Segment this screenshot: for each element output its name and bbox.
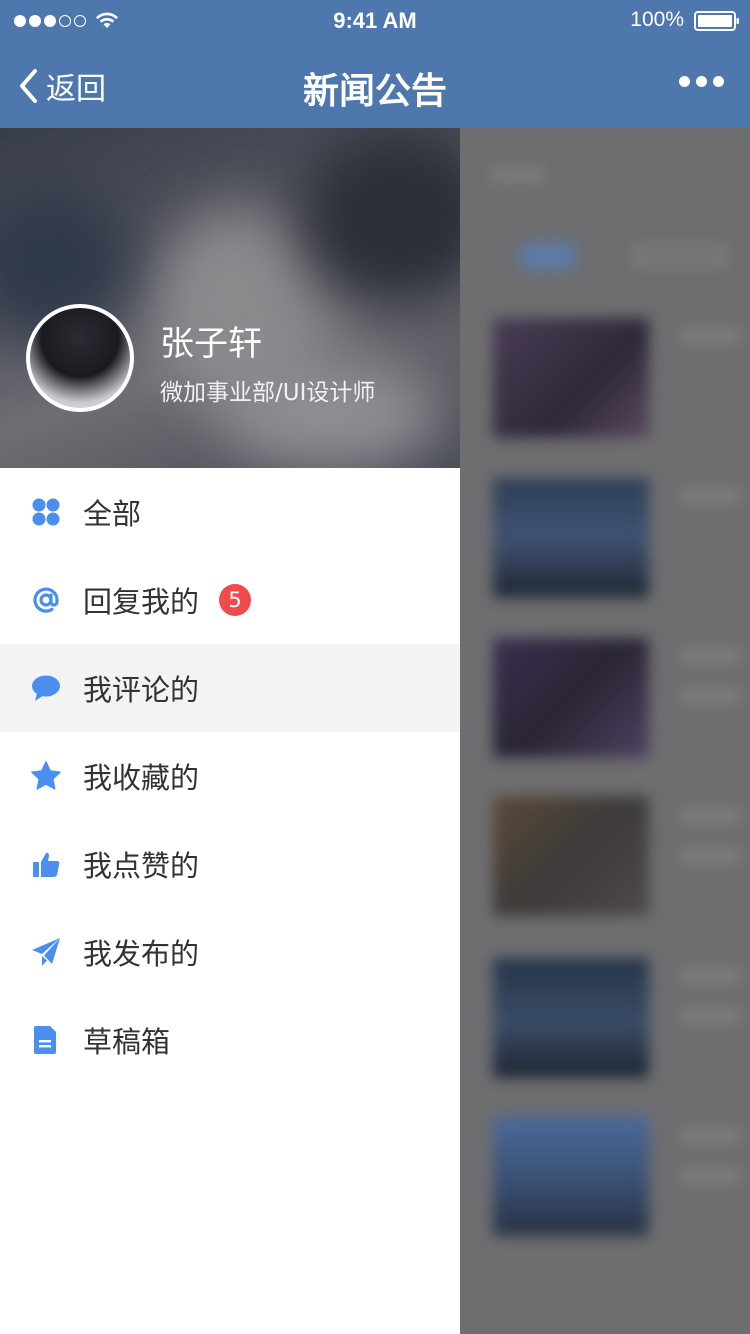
menu-item-label: 回复我的: [83, 585, 200, 619]
status-bar: 9:41 AM 100%: [0, 0, 750, 40]
menu-item-published[interactable]: 我发布的: [0, 908, 460, 996]
menu-item-label: 草稿箱: [83, 1025, 171, 1059]
chevron-left-icon: [20, 69, 37, 103]
profile-header: 张子轩 微加事业部/UI设计师: [0, 128, 460, 468]
side-drawer: 张子轩 微加事业部/UI设计师 全部 回复我的 5 我评论的 我收藏的 我点赞的…: [0, 128, 460, 1334]
background-article-list[interactable]: [460, 128, 750, 1334]
profile-department: 微加事业部/UI设计师: [160, 380, 376, 406]
menu-item-label: 我收藏的: [83, 761, 200, 795]
menu-item-likes[interactable]: 我点赞的: [0, 820, 460, 908]
menu-item-favorites[interactable]: 我收藏的: [0, 732, 460, 820]
back-button[interactable]: 返回: [18, 64, 106, 108]
thumbs-up-icon: [30, 848, 62, 880]
menu-item-my-comments[interactable]: 我评论的: [0, 644, 460, 732]
battery-icon: [694, 11, 739, 31]
notification-badge: 5: [219, 584, 252, 616]
grid-icon: [30, 496, 62, 528]
navigation-bar: 返回 新闻公告: [0, 40, 750, 128]
profile-name: 张子轩: [160, 324, 262, 364]
page-title: 新闻公告: [302, 71, 447, 112]
menu-item-label: 我评论的: [83, 673, 200, 707]
menu-item-label: 全部: [83, 497, 142, 531]
drawer-menu: 全部 回复我的 5 我评论的 我收藏的 我点赞的 我发布的 草稿箱: [0, 468, 460, 1084]
menu-item-replies[interactable]: 回复我的 5: [0, 556, 460, 644]
menu-item-all[interactable]: 全部: [0, 468, 460, 556]
comment-icon: [30, 672, 62, 704]
battery-percentage: 100%: [630, 8, 684, 31]
at-icon: [30, 584, 62, 616]
menu-item-label: 我点赞的: [83, 849, 200, 883]
menu-item-drafts[interactable]: 草稿箱: [0, 996, 460, 1084]
back-button-label: 返回: [46, 72, 106, 107]
paper-plane-icon: [30, 936, 62, 968]
star-icon: [30, 760, 62, 792]
avatar[interactable]: [26, 304, 134, 412]
more-icon[interactable]: [673, 76, 724, 87]
document-icon: [30, 1024, 62, 1056]
menu-item-label: 我发布的: [83, 937, 200, 971]
